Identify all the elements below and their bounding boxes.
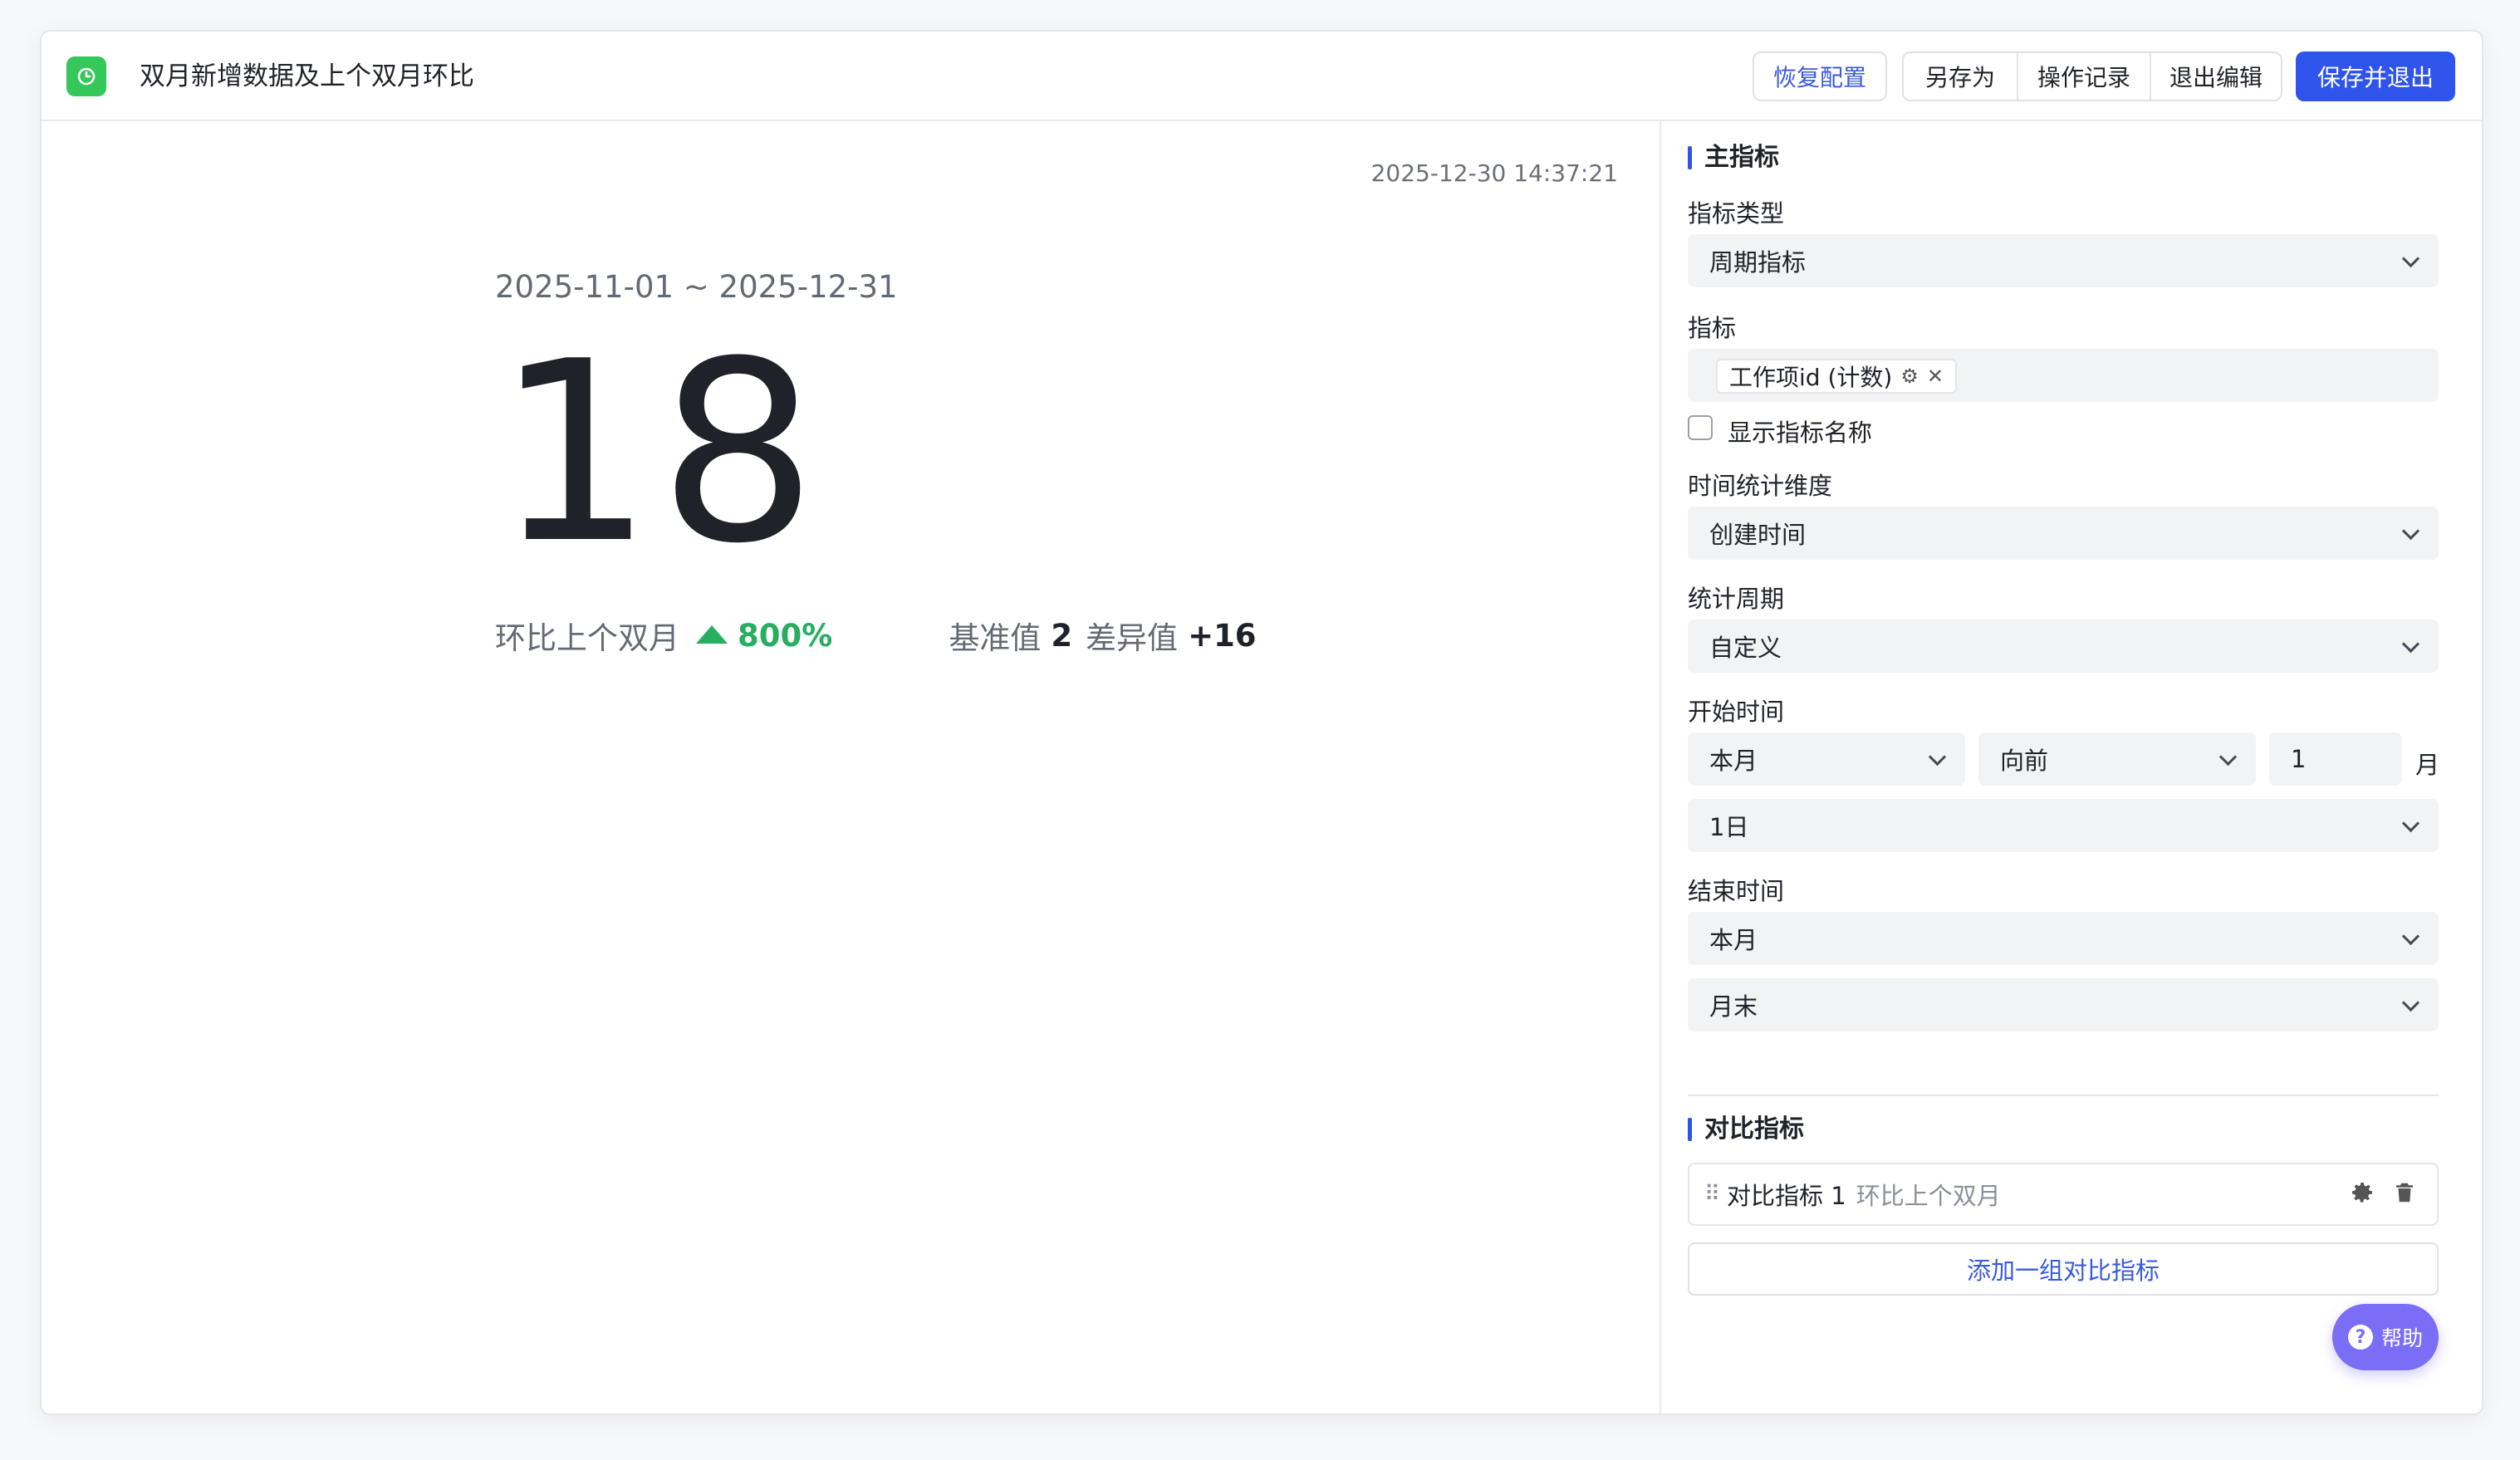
compare-percent: 800% [738,617,833,654]
start-day-select[interactable]: 1日 [1688,799,2439,852]
page-title: 双月新增数据及上个双月环比 [140,61,474,91]
start-offset-input[interactable]: 1 [2269,732,2402,786]
chevron-down-icon [2401,993,2420,1012]
start-offset-value: 1 [2291,745,2307,773]
action-button-group: 另存为 操作记录 退出编辑 [1902,51,2282,101]
question-icon: ? [2347,1325,2373,1350]
help-label: 帮助 [2380,1326,2423,1350]
start-month-value: 本月 [1709,747,1758,775]
start-direction-select[interactable]: 向前 [1978,732,2256,786]
date-range: 2025-11-01 ~ 2025-12-31 [495,269,898,305]
end-day-value: 月末 [1709,992,1758,1021]
chevron-down-icon [2218,747,2238,767]
compare-item-desc: 环比上个双月 [1856,1182,2001,1210]
end-time-label: 结束时间 [1688,877,1785,905]
start-day-value: 1日 [1709,813,1749,841]
compare-section-title: 对比指标 [1688,1115,1804,1144]
start-time-label: 开始时间 [1688,698,1785,726]
metric-select[interactable]: 工作项id (计数) ⚙ ✕ [1688,349,2439,402]
time-dimension-select[interactable]: 创建时间 [1688,507,2439,560]
chevron-down-icon [2401,522,2420,541]
metric-type-select[interactable]: 周期指标 [1688,234,2439,287]
exit-edit-button[interactable]: 退出编辑 [2150,53,2281,100]
diff-label: 差异值 [1086,620,1179,656]
metric-label: 指标 [1688,314,1737,342]
up-arrow-icon [696,625,728,644]
drag-handle-icon[interactable]: ⠿ [1704,1182,1720,1207]
start-direction-value: 向前 [2000,747,2049,775]
base-label: 基准值 [949,620,1042,656]
metric-tag: 工作项id (计数) ⚙ ✕ [1716,359,1957,394]
metric-tag-label: 工作项id (计数) [1729,364,1893,391]
time-dimension-label: 时间统计维度 [1688,472,1833,500]
app-logo-icon [66,56,106,96]
save-and-exit-button[interactable]: 保存并退出 [2296,51,2455,101]
diff-value: +16 [1188,617,1257,654]
chevron-down-icon [2401,634,2420,654]
chevron-down-icon [2401,249,2420,268]
start-unit-label: 月 [2415,751,2440,779]
chevron-down-icon [2401,927,2420,946]
compare-item[interactable]: ⠿ 对比指标 1 环比上个双月 [1688,1163,2439,1226]
operation-log-button[interactable]: 操作记录 [2017,53,2150,100]
end-month-select[interactable]: 本月 [1688,912,2439,965]
start-month-select[interactable]: 本月 [1688,732,1965,786]
config-panel: 主指标 指标类型 周期指标 指标 工作项id (计数) ⚙ ✕ 显示指标名称 时… [1688,121,2439,1413]
chevron-down-icon [1928,747,1947,767]
period-label: 统计周期 [1688,585,1785,613]
add-compare-button[interactable]: 添加一组对比指标 [1688,1242,2439,1296]
close-icon[interactable]: ✕ [1927,365,1944,388]
metric-value: 18 [495,308,822,598]
gear-icon[interactable]: ⚙ [1900,365,1919,388]
period-value: 自定义 [1709,634,1782,662]
compare-change: 800% [696,618,832,654]
metric-type-label: 指标类型 [1688,199,1785,228]
editor-window: 双月新增数据及上个双月环比 恢复配置 另存为 操作记录 退出编辑 保存并退出 2… [40,30,2483,1415]
end-day-select[interactable]: 月末 [1688,978,2439,1031]
time-dimension-value: 创建时间 [1709,521,1807,549]
section-divider [1688,1095,2439,1096]
comparison-row: 环比上个双月 800% 基准值 2 差异值 +16 [495,615,1270,657]
refresh-timestamp: 2025-12-30 14:37:21 [1370,159,1618,187]
help-button[interactable]: ? 帮助 [2332,1304,2439,1370]
gear-icon[interactable] [2349,1179,2375,1212]
restore-config-button[interactable]: 恢复配置 [1753,51,1887,101]
preview-area: 2025-12-30 14:37:21 2025-11-01 ~ 2025-12… [42,121,1661,1413]
compare-item-name: 对比指标 1 [1727,1182,1846,1210]
save-as-button[interactable]: 另存为 [1904,53,2017,100]
period-select[interactable]: 自定义 [1688,620,2439,673]
end-month-value: 本月 [1709,926,1758,954]
base-value: 2 [1051,617,1073,654]
show-name-label: 显示指标名称 [1728,419,1873,447]
top-bar: 双月新增数据及上个双月环比 恢复配置 另存为 操作记录 退出编辑 保存并退出 [42,32,2482,121]
trash-icon[interactable] [2392,1179,2417,1212]
metric-type-value: 周期指标 [1709,248,1807,277]
main-metric-section-title: 主指标 [1688,143,1779,173]
show-name-checkbox[interactable] [1688,415,1713,440]
compare-label: 环比上个双月 [495,620,679,656]
chevron-down-icon [2401,814,2420,833]
